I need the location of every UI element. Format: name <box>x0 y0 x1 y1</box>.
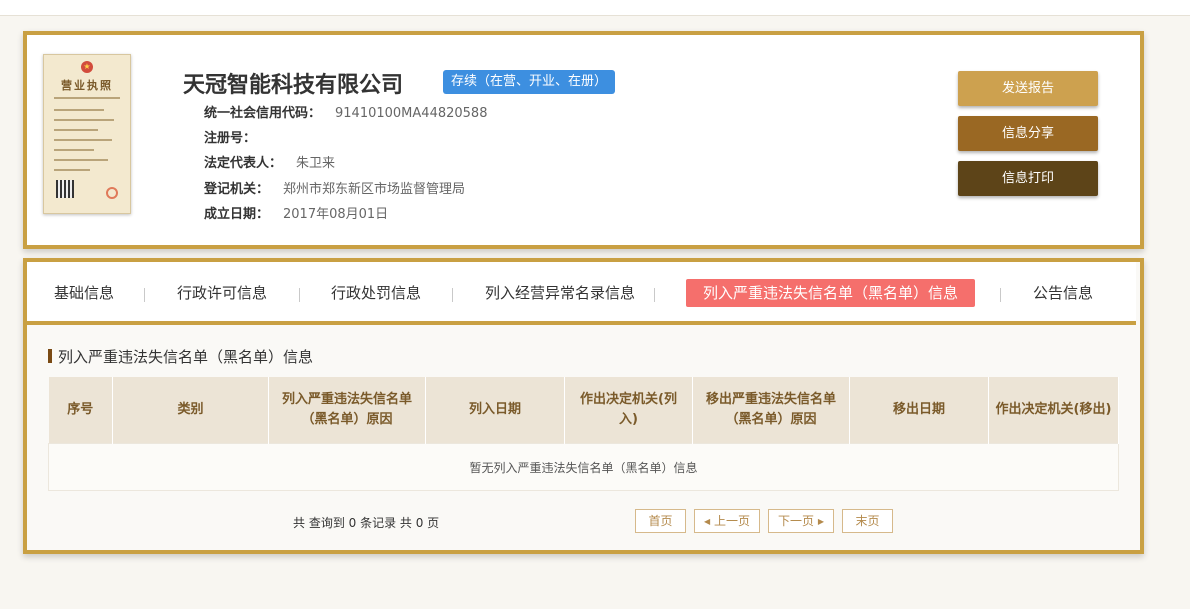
registration-authority-row: 登记机关： 郑州市郑东新区市场监督管理局 <box>204 182 466 197</box>
record-count: 共 查询到 0 条记录 共 0 页 <box>293 516 440 530</box>
last-page-button[interactable]: 末页 <box>842 509 893 533</box>
legal-representative-value: 朱卫来 <box>296 156 336 171</box>
credit-code-value: 91410100MA44820588 <box>335 106 488 121</box>
prev-page-button[interactable]: ◀ 上一页 <box>694 509 760 533</box>
chevron-left-icon: ◀ <box>704 517 711 526</box>
column-header: 移出严重违法失信名单（黑名单）原因 <box>692 377 850 444</box>
section-marker <box>48 349 52 363</box>
column-header: 作出决定机关(列入) <box>564 377 693 444</box>
empty-message: 暂无列入严重违法失信名单（黑名单）信息 <box>48 443 1119 491</box>
column-header: 类别 <box>112 377 269 444</box>
column-header: 作出决定机关(移出) <box>988 377 1119 444</box>
chevron-right-icon: ▶ <box>817 517 824 526</box>
tab-admin-license[interactable]: 行政许可信息 <box>177 279 267 307</box>
tab-admin-penalty[interactable]: 行政处罚信息 <box>331 279 421 307</box>
status-badge: 存续（在营、开业、在册） <box>443 70 616 94</box>
first-page-button[interactable]: 首页 <box>635 509 686 533</box>
establish-date-row: 成立日期： 2017年08月01日 <box>204 207 389 222</box>
company-name: 天冠智能科技有限公司 <box>183 73 404 98</box>
column-header: 序号 <box>48 377 113 444</box>
tab-blacklist[interactable]: 列入严重违法失信名单（黑名单）信息 <box>686 279 976 307</box>
seal-stamp-icon <box>106 187 118 199</box>
license-title: 营业执照 <box>61 79 113 92</box>
share-info-button[interactable]: 信息分享 <box>958 116 1098 151</box>
table-header-row: 序号 类别 列入严重违法失信名单（黑名单）原因 列入日期 作出决定机关(列入) … <box>48 377 1119 444</box>
tab-abnormal-operation[interactable]: 列入经营异常名录信息 <box>485 279 635 307</box>
next-page-button[interactable]: 下一页 ▶ <box>768 509 834 533</box>
send-report-button[interactable]: 发送报告 <box>958 71 1098 106</box>
section-title: 列入严重违法失信名单（黑名单）信息 <box>48 346 313 367</box>
legal-representative-row: 法定代表人： 朱卫来 <box>204 156 336 171</box>
establish-date-value: 2017年08月01日 <box>283 207 389 222</box>
column-header: 列入日期 <box>425 377 565 444</box>
credit-code-row: 统一社会信用代码： 91410100MA44820588 <box>204 106 488 121</box>
tab-announcement[interactable]: 公告信息 <box>1033 279 1093 307</box>
print-info-button[interactable]: 信息打印 <box>958 161 1098 196</box>
registration-number-row: 注册号： <box>204 131 257 146</box>
top-bar <box>0 0 1190 16</box>
registration-authority-value: 郑州市郑东新区市场监督管理局 <box>283 182 466 197</box>
tab-bar: 基础信息 行政许可信息 行政处罚信息 列入经营异常名录信息 列入严重违法失信名单… <box>27 262 1136 325</box>
business-license-image[interactable]: ★ 营业执照 <box>43 54 131 214</box>
national-emblem-icon: ★ <box>81 61 93 73</box>
table-row: 暂无列入严重违法失信名单（黑名单）信息 <box>48 443 1119 491</box>
tab-basic-info[interactable]: 基础信息 <box>54 279 114 307</box>
column-header: 列入严重违法失信名单（黑名单）原因 <box>268 377 426 444</box>
blacklist-table: 序号 类别 列入严重违法失信名单（黑名单）原因 列入日期 作出决定机关(列入) … <box>48 377 1119 491</box>
column-header: 移出日期 <box>849 377 989 444</box>
qr-code-icon <box>56 180 74 198</box>
